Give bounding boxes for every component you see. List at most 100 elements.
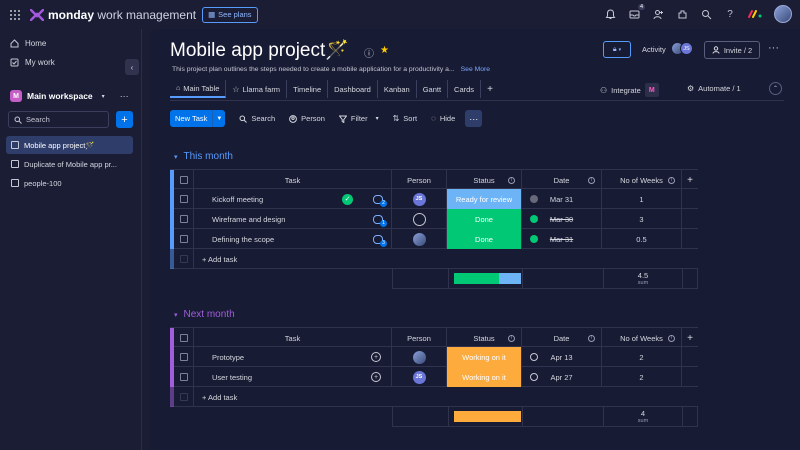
person-cell[interactable]: JS — [392, 367, 447, 387]
automate-button[interactable]: ⚙ Automate / 1 — [687, 84, 741, 93]
board-permissions-button[interactable]: 🔒︎ ▾ — [603, 41, 631, 58]
group-title-next-month[interactable]: ▾ Next month — [174, 309, 235, 320]
add-view-button[interactable]: + — [481, 80, 499, 98]
group-title-this-month[interactable]: ▾ This month — [174, 151, 233, 162]
info-icon[interactable]: i — [588, 334, 595, 342]
weeks-cell[interactable]: 2 — [602, 347, 682, 367]
weeks-cell[interactable]: 0.5 — [602, 229, 682, 249]
sidebar-board-mobile-app-project[interactable]: Mobile app project🪄 — [6, 136, 133, 154]
status-cell[interactable]: Done — [447, 209, 522, 229]
chevron-down-icon[interactable]: ▾ — [174, 311, 178, 319]
info-icon[interactable]: i — [588, 176, 595, 184]
person-filter-button[interactable]: Person — [289, 114, 325, 123]
workspace-selector[interactable]: M Main workspace ▾ ··· — [10, 90, 129, 102]
activity-label[interactable]: Activity — [642, 45, 666, 54]
info-icon[interactable]: i — [508, 334, 515, 342]
column-header-task[interactable]: Task — [194, 170, 392, 190]
table-row[interactable]: Wireframe and design 1 Done Mar 30 3 — [170, 209, 698, 229]
tab-llama-farm[interactable]: ☆ Llama farm — [226, 80, 288, 98]
add-column-button[interactable]: + — [682, 328, 698, 348]
row-checkbox[interactable] — [174, 209, 194, 229]
task-cell[interactable]: Wireframe and design 1 — [194, 209, 392, 229]
person-cell[interactable] — [392, 347, 447, 367]
table-row[interactable]: Prototype + Working on it Apr 13 2 — [170, 347, 698, 367]
column-header-date[interactable]: Date i — [522, 328, 602, 348]
invite-members-icon[interactable] — [652, 8, 664, 20]
status-cell[interactable]: Done — [447, 229, 522, 249]
column-header-task[interactable]: Task — [194, 328, 392, 348]
invite-button[interactable]: Invite / 2 — [704, 41, 760, 59]
table-row[interactable]: Kickoff meeting ✓ 2 JS Ready for review … — [170, 189, 698, 209]
task-cell[interactable]: Kickoff meeting ✓ 2 — [194, 189, 392, 209]
column-header-weeks[interactable]: No of Weeks i — [602, 328, 682, 348]
column-header-status[interactable]: Status i — [447, 328, 522, 348]
see-plans-button[interactable]: ▦ See plans — [202, 6, 258, 23]
weeks-cell[interactable]: 1 — [602, 189, 682, 209]
add-column-button[interactable]: + — [682, 170, 698, 190]
tab-kanban[interactable]: Kanban — [378, 80, 417, 98]
row-checkbox[interactable] — [174, 347, 194, 367]
info-icon[interactable]: i — [668, 334, 675, 342]
conversation-icon[interactable]: 3 — [373, 234, 387, 247]
integrate-button[interactable]: ⚇ Integrate M — [600, 83, 659, 97]
sort-button[interactable]: ⇅ Sort — [393, 114, 417, 123]
person-cell[interactable] — [392, 229, 447, 249]
add-task-row[interactable]: + Add task — [170, 249, 698, 269]
row-checkbox[interactable] — [174, 229, 194, 249]
select-all-checkbox[interactable] — [174, 170, 194, 190]
search-icon[interactable] — [700, 8, 712, 20]
add-item-button[interactable]: + — [116, 111, 133, 128]
date-cell[interactable]: Apr 27 — [522, 367, 602, 387]
status-cell[interactable]: Ready for review — [447, 189, 522, 209]
apps-marketplace-icon[interactable] — [676, 8, 688, 20]
column-header-person[interactable]: Person — [392, 170, 447, 190]
date-cell[interactable]: Mar 31 — [522, 189, 602, 209]
chevron-down-icon[interactable]: ▾ — [174, 153, 178, 161]
add-update-icon[interactable]: + — [371, 352, 381, 362]
activity-avatar-initials[interactable]: JS — [680, 42, 693, 55]
weeks-cell[interactable]: 3 — [602, 209, 682, 229]
chevron-down-icon[interactable]: ▾ — [376, 115, 379, 122]
tab-main-table[interactable]: ⌂ Main Table — [170, 80, 227, 98]
monday-products-icon[interactable] — [748, 10, 762, 18]
collapse-header-icon[interactable]: ⌃ — [769, 82, 782, 95]
workspace-more-icon[interactable]: ··· — [120, 91, 129, 101]
add-task-row[interactable]: + Add task — [170, 387, 698, 407]
status-summary-ready[interactable] — [499, 273, 521, 284]
date-cell[interactable]: Mar 30 — [522, 209, 602, 229]
toolbar-more-icon[interactable]: ··· — [465, 110, 483, 127]
info-icon[interactable]: i — [508, 176, 515, 184]
status-cell[interactable]: Working on it — [447, 367, 522, 387]
sidebar-my-work[interactable]: My work — [10, 58, 55, 67]
task-cell[interactable]: User testing + — [194, 367, 392, 387]
sidebar-board-people-100[interactable]: people-100 — [6, 174, 133, 192]
board-more-menu-icon[interactable]: ··· — [768, 42, 779, 54]
filter-button[interactable]: Filter ▾ — [338, 114, 379, 123]
conversation-icon[interactable]: 1 — [373, 214, 387, 227]
tab-timeline[interactable]: Timeline — [287, 80, 329, 98]
tab-gantt[interactable]: Gantt — [417, 80, 449, 98]
user-avatar[interactable] — [774, 5, 792, 23]
favorite-star-icon[interactable]: ★ — [380, 45, 389, 56]
table-row[interactable]: Defining the scope 3 Done Mar 31 0.5 — [170, 229, 698, 249]
board-title[interactable]: Mobile app project🪄 — [170, 38, 349, 62]
add-task-button[interactable]: + Add task — [194, 249, 237, 269]
sidebar-search-input[interactable]: Search — [8, 111, 109, 128]
sidebar-board-duplicate[interactable]: Duplicate of Mobile app pr... — [6, 155, 133, 173]
sidebar-home[interactable]: Home — [10, 39, 46, 48]
brand-name[interactable]: monday work management — [48, 8, 196, 22]
column-header-status[interactable]: Status i — [447, 170, 522, 190]
row-checkbox[interactable] — [174, 189, 194, 209]
table-row[interactable]: User testing + JS Working on it Apr 27 2 — [170, 367, 698, 387]
column-header-weeks[interactable]: No of Weeks i — [602, 170, 682, 190]
date-cell[interactable]: Apr 13 — [522, 347, 602, 367]
status-cell[interactable]: Working on it — [447, 347, 522, 367]
tab-cards[interactable]: Cards — [448, 80, 482, 98]
select-all-checkbox[interactable] — [174, 328, 194, 348]
row-checkbox[interactable] — [174, 367, 194, 387]
search-button[interactable]: Search — [239, 114, 275, 123]
apps-grid-icon[interactable] — [10, 9, 20, 20]
add-update-icon[interactable]: + — [371, 372, 381, 382]
weeks-cell[interactable]: 2 — [602, 367, 682, 387]
date-cell[interactable]: Mar 31 — [522, 229, 602, 249]
